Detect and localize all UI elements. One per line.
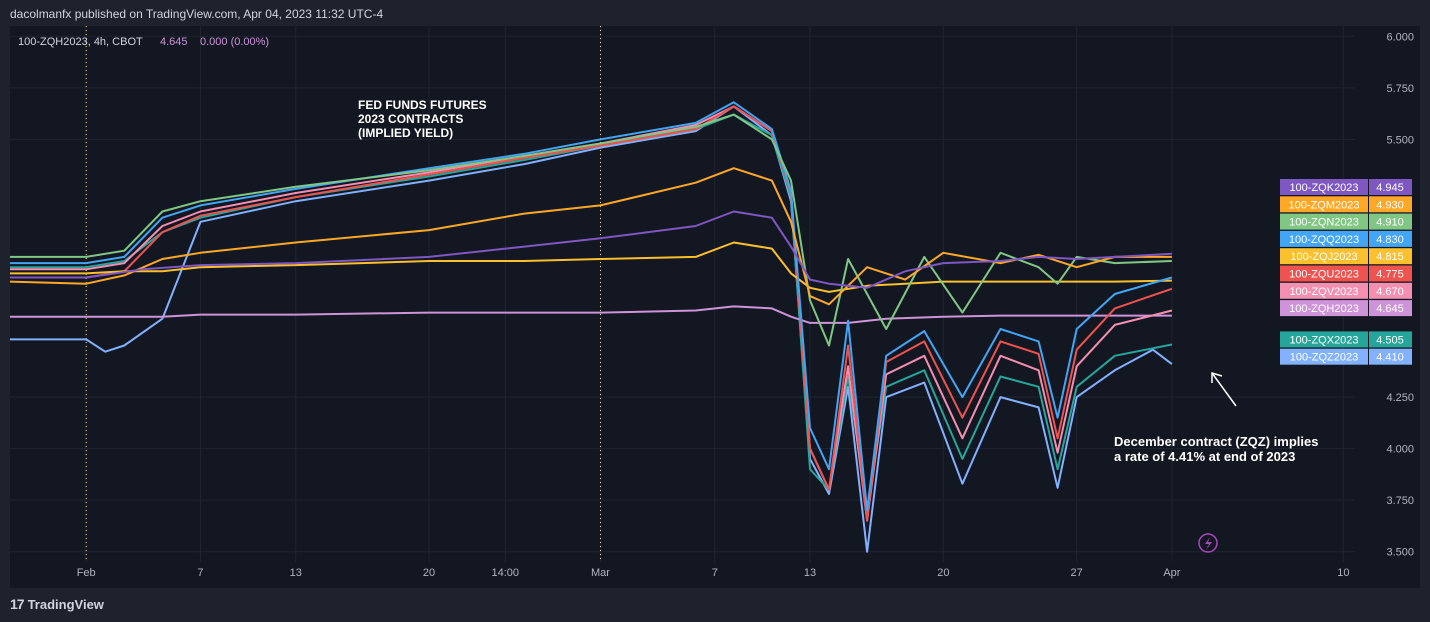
series-line-100-zqz2023 <box>10 105 1173 553</box>
series-badge-name: 100-ZQK2023 <box>1289 182 1358 194</box>
x-tick-label: Feb <box>77 567 96 579</box>
chart-title-line-3: (IMPLIED YIELD) <box>358 126 453 140</box>
y-tick-label: 4.000 <box>1386 444 1414 456</box>
chart-legend-change: 0.000 (0.00%) <box>200 36 269 48</box>
alert-icon[interactable] <box>1198 533 1218 553</box>
chart-title-line-2: 2023 CONTRACTS <box>358 112 463 126</box>
x-tick-label: 14:00 <box>491 567 519 579</box>
footer-brand[interactable]: 17 TradingView <box>10 596 104 612</box>
chart-legend-symbol: 100-ZQH2023, 4h, CBOT <box>18 36 143 48</box>
chart-svg[interactable]: 6.000 5.750 5.500 4.250 4.000 3.750 3.500 Feb 7… <box>10 26 1420 588</box>
x-tick-label: 27 <box>1071 567 1083 579</box>
series-badge-name: 100-ZQQ2023 <box>1289 234 1359 246</box>
series-badge-name: 100-ZQV2023 <box>1289 286 1358 298</box>
chart-legend-value: 4.645 <box>160 36 188 48</box>
chart-grid <box>10 26 1355 562</box>
series-badge-name: 100-ZQN2023 <box>1289 217 1359 229</box>
series-line-100-zqh2023 <box>10 305 1172 324</box>
series-lines <box>10 101 1173 553</box>
series-badge-name: 100-ZQM2023 <box>1289 199 1360 211</box>
series-badge-value: 4.945 <box>1376 182 1404 194</box>
tradingview-brand: TradingView <box>27 596 104 612</box>
series-badge-value: 4.930 <box>1376 199 1404 211</box>
tradingview-logo-icon: 17 <box>10 596 25 612</box>
series-line-100-zqm2023 <box>10 167 1172 306</box>
y-tick-label: 5.500 <box>1386 134 1414 146</box>
publish-header: dacolmanfx published on TradingView.com,… <box>10 7 384 21</box>
y-tick-label: 3.750 <box>1386 495 1414 507</box>
series-badge-name: 100-ZQU2023 <box>1289 269 1359 281</box>
chart-frame[interactable]: 6.000 5.750 5.500 4.250 4.000 3.750 3.500 Feb 7… <box>10 26 1420 588</box>
series-badge-name: 100-ZQX2023 <box>1289 334 1358 346</box>
series-badge-value: 4.775 <box>1376 269 1404 281</box>
chart-title-line-1: FED FUNDS FUTURES <box>358 98 487 112</box>
x-tick-label: Mar <box>591 567 610 579</box>
series-badge-value: 4.645 <box>1376 303 1404 315</box>
annotation-arrow-icon <box>1211 371 1237 407</box>
series-badge-value: 4.815 <box>1376 251 1404 263</box>
series-badge-name: 100-ZQJ2023 <box>1290 251 1357 263</box>
series-line-100-zqq2023 <box>10 101 1173 512</box>
series-badge-value: 4.830 <box>1376 234 1404 246</box>
x-tick-label: 13 <box>804 567 816 579</box>
x-tick-label: 10 <box>1337 567 1349 579</box>
x-tick-label: 20 <box>937 567 949 579</box>
annotation-line-2: a rate of 4.41% at end of 2023 <box>1114 449 1295 464</box>
x-tick-label: 7 <box>712 567 718 579</box>
y-tick-label: 6.000 <box>1386 31 1414 43</box>
x-tick-label: Apr <box>1163 567 1180 579</box>
y-tick-label: 5.750 <box>1386 83 1414 95</box>
y-tick-label: 3.500 <box>1386 547 1414 559</box>
x-tick-label: 7 <box>197 567 203 579</box>
series-badge-name: 100-ZQZ2023 <box>1290 352 1358 364</box>
annotation-line-1: December contract (ZQZ) implies <box>1114 434 1318 449</box>
y-tick-label: 4.250 <box>1386 392 1414 404</box>
series-badge-value: 4.670 <box>1376 286 1404 298</box>
x-axis: Feb 7 13 20 14:00 Mar 7 13 20 27 Apr 10 <box>77 567 1350 579</box>
session-markers <box>85 26 601 562</box>
x-tick-label: 13 <box>290 567 302 579</box>
series-labels: 100-ZQK2023 4.945 100-ZQM2023 4.930 100-ZQN2… <box>1280 179 1412 365</box>
series-badge-value: 4.410 <box>1376 352 1404 364</box>
x-tick-label: 20 <box>423 567 435 579</box>
series-badge-name: 100-ZQH2023 <box>1289 303 1359 315</box>
series-badge-value: 4.910 <box>1376 217 1404 229</box>
series-badge-value: 4.505 <box>1376 334 1404 346</box>
